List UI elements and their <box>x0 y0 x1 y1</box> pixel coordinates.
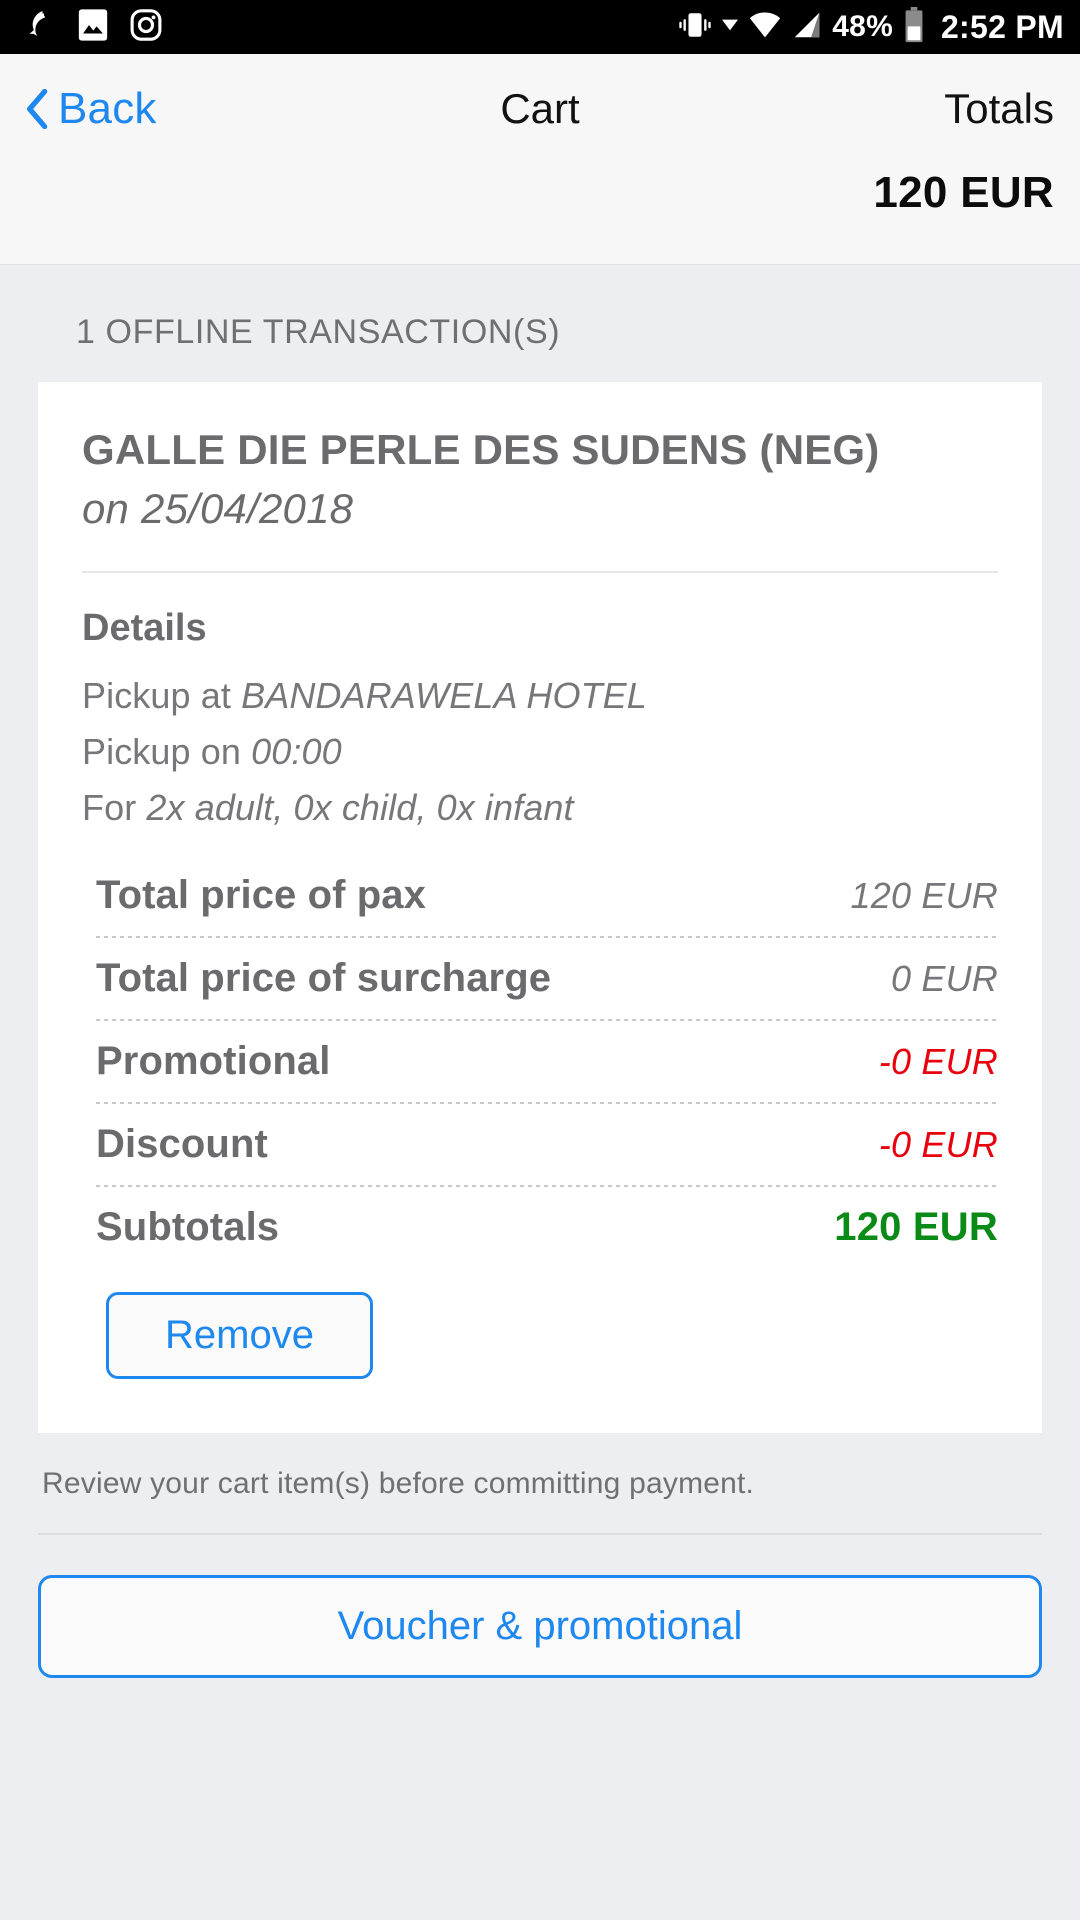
remove-button[interactable]: Remove <box>106 1292 373 1380</box>
price-value: 120 EUR <box>850 875 998 917</box>
status-bar: 48% 2:52 PM <box>0 0 1080 54</box>
instagram-icon <box>130 8 162 47</box>
vibrate-icon <box>678 8 712 47</box>
totals-amount: 120 EUR <box>873 168 1054 217</box>
battery-percent-label: 48% <box>832 10 893 43</box>
price-label: Promotional <box>96 1039 331 1084</box>
cart-item-date: on 25/04/2018 <box>82 485 354 533</box>
page-title: Cart <box>500 85 580 132</box>
totals-row: 120 EUR <box>26 164 1054 264</box>
footer-divider <box>38 1533 1042 1536</box>
price-row-total-pax: Total price of pax 120 EUR <box>82 855 998 936</box>
cart-item-card: GALLE DIE PERLE DES SUDENS (NEG) on 25/0… <box>38 382 1042 1434</box>
details-heading: Details <box>82 607 207 650</box>
price-value: -0 EUR <box>878 1041 998 1083</box>
price-breakdown: Total price of pax 120 EUR Total price o… <box>82 855 998 1268</box>
price-label: Discount <box>96 1122 268 1167</box>
voucher-promotional-button[interactable]: Voucher & promotional <box>38 1575 1042 1679</box>
price-row-discount: Discount -0 EUR <box>82 1104 998 1185</box>
price-value: 0 EUR <box>890 958 998 1000</box>
offline-transactions-header: 1 OFFLINE TRANSACTION(S) <box>76 313 561 351</box>
detail-value: 2x adult, 0x child, 0x infant <box>146 786 574 828</box>
detail-value: BANDARAWELA HOTEL <box>241 675 647 717</box>
wifi-icon <box>748 10 782 45</box>
price-label: Subtotals <box>96 1205 280 1250</box>
signal-icon <box>792 10 822 45</box>
detail-line-pax: For 2x adult, 0x child, 0x infant <box>82 780 998 836</box>
detail-line-pickup-on: Pickup on 00:00 <box>82 724 998 780</box>
detail-label: Pickup on <box>82 730 252 772</box>
detail-value: 00:00 <box>251 730 342 772</box>
chevron-left-icon <box>26 88 48 130</box>
cart-screen: 48% 2:52 PM Back Cart Totals 120 EUR 1 O… <box>0 0 1080 1920</box>
back-button-label: Back <box>58 84 157 133</box>
swipe-gesture-icon <box>22 8 56 47</box>
detail-label: For <box>82 786 147 828</box>
battery-icon <box>903 6 925 48</box>
navigation-bar: Back Cart Totals 120 EUR <box>0 54 1080 265</box>
footer-spacer <box>38 1678 1042 1786</box>
status-bar-left-icons <box>22 8 162 47</box>
navigation-bar-row: Back Cart Totals <box>26 54 1054 164</box>
card-divider <box>82 571 998 574</box>
gallery-icon <box>78 8 108 47</box>
cart-item-title: GALLE DIE PERLE DES SUDENS (NEG) <box>82 426 880 473</box>
price-row-subtotals: Subtotals 120 EUR <box>82 1187 998 1268</box>
totals-label: Totals <box>944 85 1054 132</box>
detail-label: Pickup at <box>82 675 242 717</box>
price-value: 120 EUR <box>834 1205 998 1250</box>
price-value: -0 EUR <box>878 1124 998 1166</box>
price-label: Total price of pax <box>96 873 427 918</box>
status-bar-right-icons: 48% 2:52 PM <box>678 6 1064 48</box>
price-label: Total price of surcharge <box>96 956 552 1001</box>
cart-footer: Review your cart item(s) before committi… <box>0 1433 1080 1786</box>
price-row-promotional: Promotional -0 EUR <box>82 1021 998 1102</box>
price-row-total-surcharge: Total price of surcharge 0 EUR <box>82 938 998 1019</box>
clock-label: 2:52 PM <box>940 8 1064 45</box>
cart-item-actions: Remove <box>82 1268 998 1433</box>
back-button[interactable]: Back <box>26 84 157 134</box>
dropdown-caret-icon <box>722 17 739 38</box>
detail-line-pickup-at: Pickup at BANDARAWELA HOTEL <box>82 668 998 724</box>
footer-note: Review your cart item(s) before committi… <box>42 1467 755 1501</box>
cart-body: 1 OFFLINE TRANSACTION(S) GALLE DIE PERLE… <box>0 265 1080 1920</box>
